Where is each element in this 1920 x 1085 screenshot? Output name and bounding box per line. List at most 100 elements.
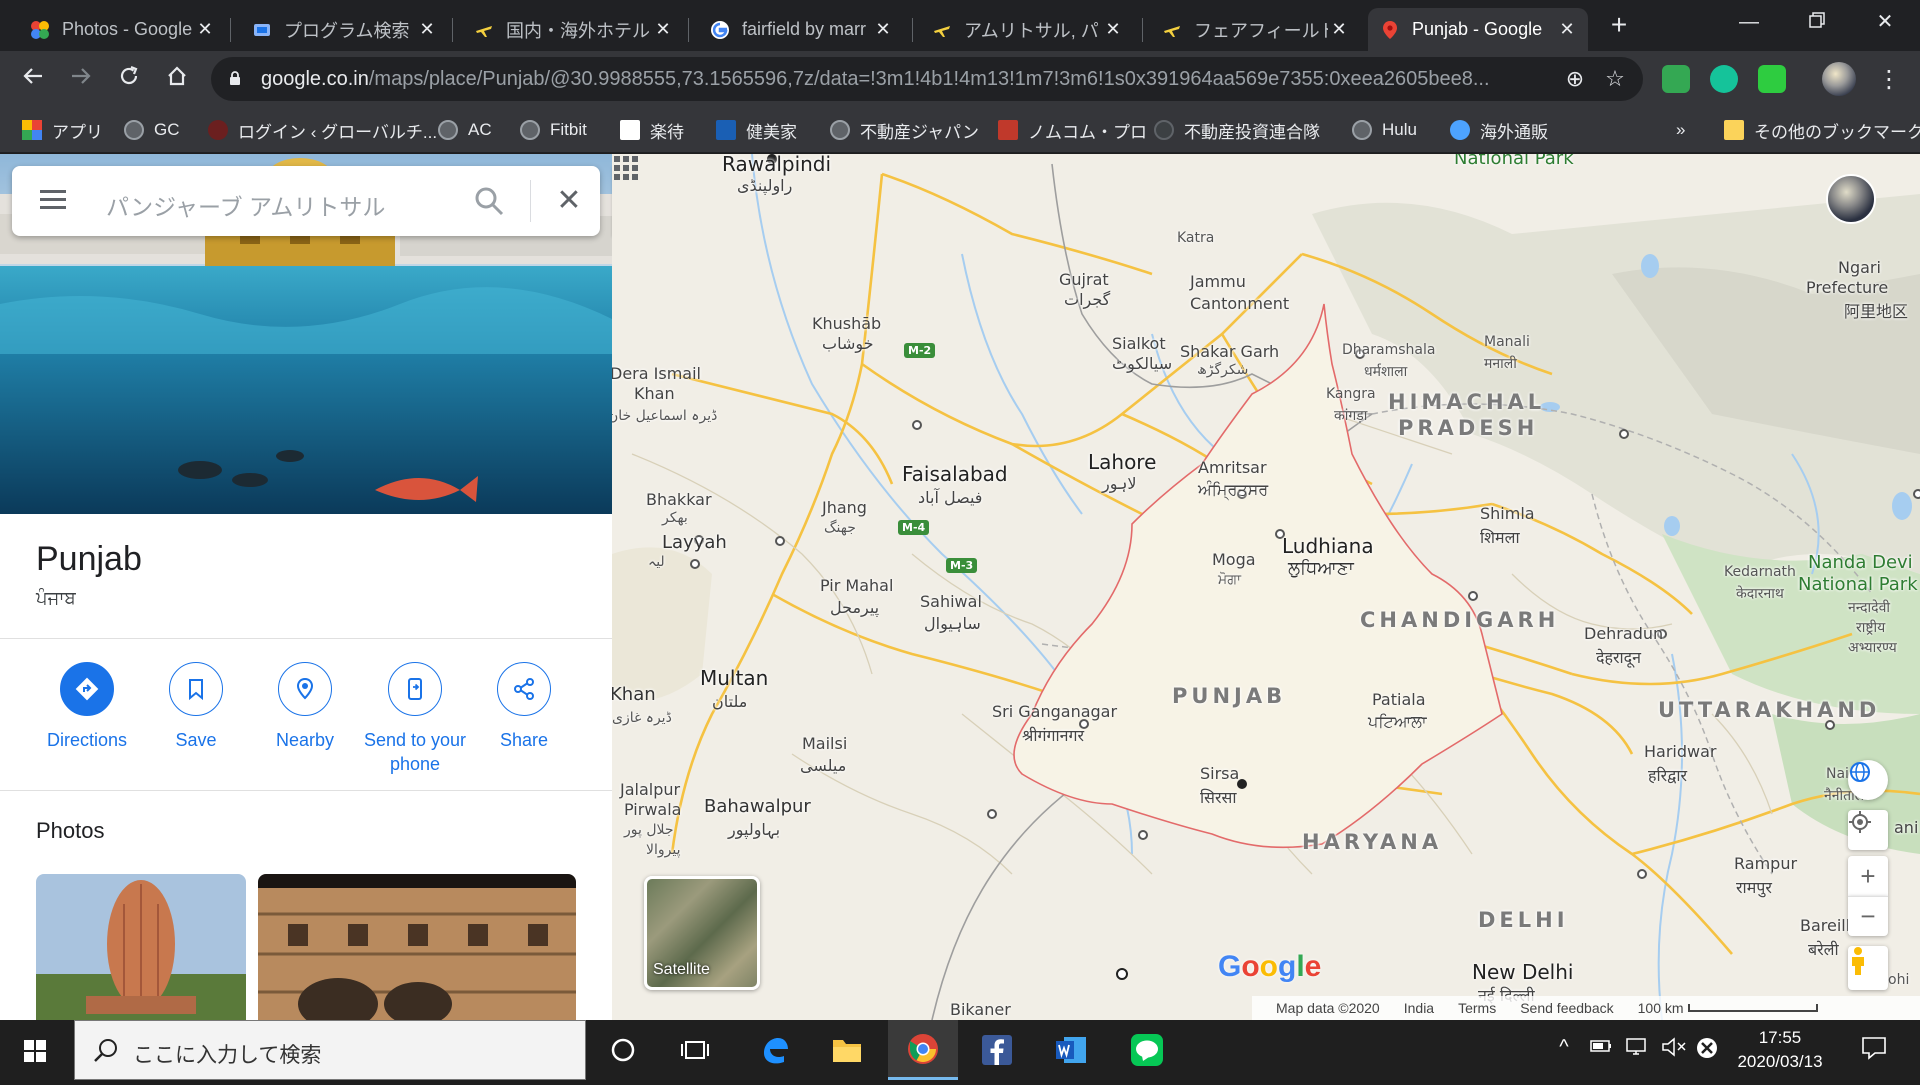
tab-close-icon[interactable]: ✕ <box>872 19 894 40</box>
google-apps-icon[interactable] <box>612 154 640 182</box>
grammarly-icon[interactable] <box>1710 65 1738 93</box>
pegman-button[interactable] <box>1848 946 1888 990</box>
menu-dots-icon[interactable]: ⋮ <box>1872 63 1906 97</box>
bookmark-investment[interactable]: 不動産投資連合隊 <box>1154 116 1320 144</box>
photo-thumbnail[interactable] <box>258 874 576 1020</box>
send-feedback-link[interactable]: Send feedback <box>1520 1000 1613 1016</box>
start-button[interactable] <box>0 1020 72 1080</box>
place-subtitle: ਪੰਜਾਬ <box>36 588 76 608</box>
map-label: گجرات <box>1064 290 1111 309</box>
bookmark-nomucom[interactable]: ノムコム・プロ <box>998 116 1147 144</box>
map-label: بھکر <box>662 510 688 526</box>
tab-google-photos[interactable]: Photos - Google ✕ <box>18 8 226 51</box>
bookmarks-overflow[interactable]: » <box>1676 116 1685 144</box>
satellite-layer-toggle[interactable]: Satellite <box>644 876 760 990</box>
tab-separator <box>452 18 453 42</box>
battery-icon[interactable] <box>1588 1036 1614 1064</box>
bookmark-gc[interactable]: GC <box>124 116 180 144</box>
taskbar-search[interactable]: ここに入力して検索 <box>74 1020 586 1080</box>
word-app[interactable] <box>1036 1020 1106 1080</box>
forward-button[interactable] <box>64 63 98 97</box>
share-button[interactable]: Share <box>469 662 579 752</box>
nearby-button[interactable]: Nearby <box>250 662 360 752</box>
bookmark-apps[interactable]: アプリ <box>22 116 103 144</box>
map-label: ਲੁਧਿਆਣਾ <box>1288 558 1354 579</box>
tab-close-icon[interactable]: ✕ <box>1102 19 1124 40</box>
country-link[interactable]: India <box>1404 1000 1434 1016</box>
globe-view-button[interactable] <box>1848 760 1888 800</box>
notification-blocked-icon[interactable] <box>1694 1036 1720 1064</box>
minimize-button[interactable]: — <box>1726 6 1772 38</box>
terms-link[interactable]: Terms <box>1458 1000 1496 1016</box>
bookmark-kenbiya[interactable]: 健美家 <box>716 116 797 144</box>
zoom-out-button[interactable]: − <box>1848 896 1888 936</box>
search-box[interactable]: パンジャーブ アムリトサル ✕ <box>12 166 600 236</box>
directions-icon <box>75 677 99 701</box>
search-input[interactable]: パンジャーブ アムリトサル <box>106 188 385 222</box>
add-icon[interactable]: ⊕ <box>1561 65 1589 93</box>
tab-punjab-google-maps[interactable]: Punjab - Google ✕ <box>1368 8 1588 51</box>
tray-overflow-icon[interactable]: ^ <box>1552 1036 1576 1064</box>
directions-button[interactable]: Directions <box>32 662 142 752</box>
send-to-phone-button[interactable]: Send to your phone <box>360 662 470 776</box>
url-path: /maps/place/Punjab/@30.9988555,73.156559… <box>368 68 1490 90</box>
new-tab-button[interactable]: + <box>1604 10 1634 40</box>
zoom-in-button[interactable]: + <box>1848 856 1888 896</box>
photo-thumbnail[interactable] <box>36 874 246 1020</box>
close-window-button[interactable]: ✕ <box>1862 6 1908 38</box>
back-button[interactable] <box>16 63 50 97</box>
map-label: ملتان <box>712 692 748 711</box>
bookmark-fudousan-japan[interactable]: 不動産ジャパン <box>830 116 979 144</box>
tab-close-icon[interactable]: ✕ <box>416 19 438 40</box>
restore-button[interactable] <box>1794 6 1840 38</box>
reload-icon <box>120 65 138 85</box>
chrome-app[interactable] <box>888 1020 958 1080</box>
tab-hotel[interactable]: 国内・海外ホテル ✕ <box>462 8 684 51</box>
tab-amritsar[interactable]: アムリトサル, パン ✕ <box>920 8 1134 51</box>
home-button[interactable] <box>160 63 194 97</box>
facebook-app[interactable] <box>962 1020 1032 1080</box>
tab-close-icon[interactable]: ✕ <box>194 19 216 40</box>
address-bar[interactable]: google.co.in/maps/place/Punjab/@30.99885… <box>211 57 1643 101</box>
file-explorer-app[interactable] <box>812 1020 882 1080</box>
tab-program-search[interactable]: プログラム検索 ✕ <box>240 8 448 51</box>
tab-close-icon[interactable]: ✕ <box>1556 19 1578 40</box>
profile-avatar[interactable] <box>1822 62 1856 96</box>
pegman-icon <box>1852 947 1864 975</box>
search-icon[interactable] <box>472 184 506 218</box>
tab-fairfield[interactable]: fairfield by marr ✕ <box>698 8 904 51</box>
bookmark-hulu[interactable]: Hulu <box>1352 116 1417 144</box>
bookmark-global-login[interactable]: ログイン ‹ グローバルチ... <box>208 116 437 144</box>
bookmark-ac[interactable]: AC <box>438 116 492 144</box>
map-label: National Park <box>1454 154 1574 169</box>
taskbar-search-input[interactable]: ここに入力して検索 <box>133 1039 321 1069</box>
tab-close-icon[interactable]: ✕ <box>652 19 674 40</box>
extension-green-icon[interactable] <box>1662 65 1690 93</box>
reload-button[interactable] <box>112 63 146 97</box>
bookmark-fitbit[interactable]: Fitbit <box>520 116 587 144</box>
bookmark-rakumachi[interactable]: 楽待 <box>620 116 684 144</box>
account-avatar[interactable] <box>1826 174 1876 224</box>
star-icon[interactable]: ☆ <box>1601 65 1629 93</box>
task-view-button[interactable] <box>660 1020 730 1080</box>
save-button[interactable]: Save <box>141 662 251 752</box>
clear-search-icon[interactable]: ✕ <box>552 184 586 218</box>
edge-app[interactable] <box>740 1020 810 1080</box>
my-location-button[interactable] <box>1848 810 1888 850</box>
extension-chat-icon[interactable] <box>1758 65 1786 93</box>
bookmark-overseas-shopping[interactable]: 海外通販 <box>1450 116 1548 144</box>
line-app[interactable] <box>1112 1020 1182 1080</box>
cortana-button[interactable] <box>588 1020 658 1080</box>
tab-fairfield-jp[interactable]: フェアフィールド バ ✕ <box>1150 8 1360 51</box>
hamburger-menu-icon[interactable] <box>40 190 66 210</box>
scale-label[interactable]: 100 km <box>1638 1000 1684 1016</box>
network-icon[interactable] <box>1624 1036 1652 1064</box>
map-label: پیروالا <box>646 842 681 858</box>
action-center-icon[interactable] <box>1854 1036 1894 1064</box>
map-label: Moga <box>1212 550 1256 569</box>
map-canvas[interactable]: Rawalpindi راولپنڈی National Park Katra … <box>612 154 1920 1020</box>
system-clock[interactable]: 17:55 2020/03/13 <box>1720 1026 1840 1074</box>
other-bookmarks[interactable]: その他のブックマーク <box>1724 116 1920 144</box>
tab-close-icon[interactable]: ✕ <box>1328 19 1350 40</box>
volume-muted-icon[interactable] <box>1660 1036 1688 1064</box>
